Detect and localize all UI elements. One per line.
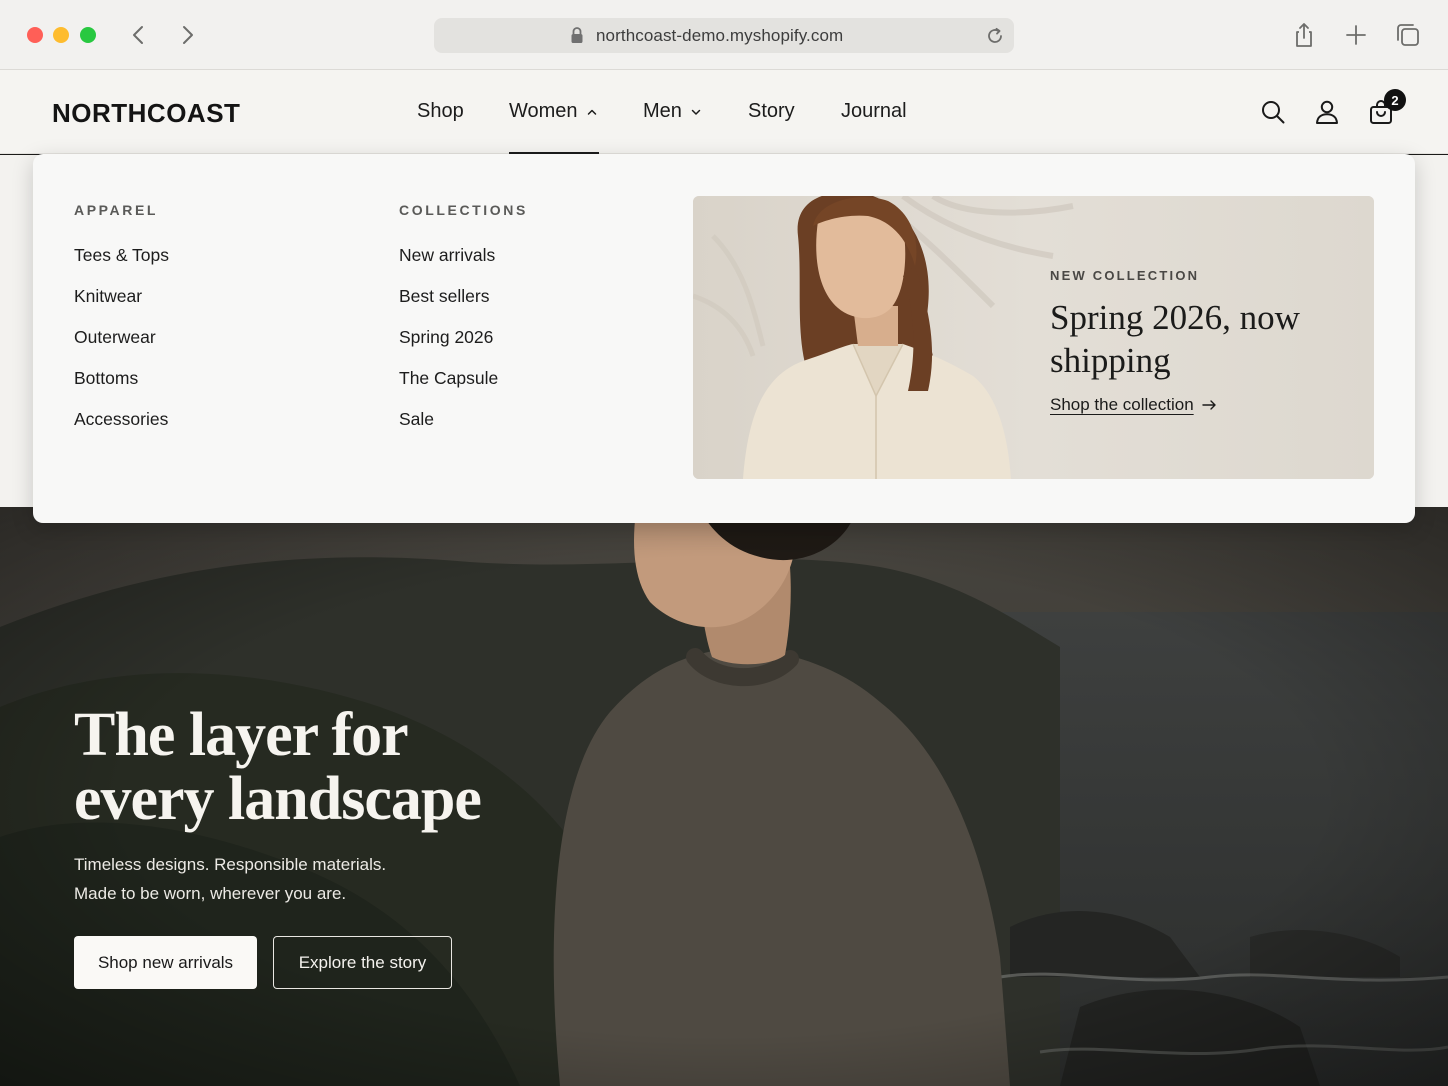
menu-link-outerwear[interactable]: Outerwear (74, 327, 156, 348)
hero-subtitle-line1: Timeless designs. Responsible materials. (74, 855, 387, 874)
menu-link-the-capsule[interactable]: The Capsule (399, 368, 498, 389)
tab-overview-icon[interactable] (1394, 21, 1422, 49)
hero-subtitle: Timeless designs. Responsible materials.… (74, 850, 474, 908)
lock-icon (571, 27, 583, 43)
nav-journal[interactable]: Journal (841, 100, 907, 123)
promo-cta-link[interactable]: Shop the collection (1050, 395, 1218, 415)
address-bar[interactable]: northcoast-demo.myshopify.com (434, 18, 1014, 53)
menu-link-new-arrivals[interactable]: New arrivals (399, 245, 495, 266)
nav-shop-label: Shop (417, 100, 464, 122)
nav-story-label: Story (748, 100, 795, 122)
nav-women-label: Women (509, 100, 578, 122)
new-tab-icon[interactable] (1342, 21, 1370, 49)
nav-men-label: Men (643, 100, 682, 122)
menu-link-sale[interactable]: Sale (399, 409, 434, 430)
promo-card[interactable]: NEW COLLECTION Spring 2026, now shipping… (693, 196, 1374, 479)
hero-title-line1: The layer for (74, 701, 409, 769)
url-text: northcoast-demo.myshopify.com (596, 26, 844, 45)
explore-story-button[interactable]: Explore the story (273, 936, 452, 989)
promo-title: Spring 2026, now shipping (1050, 298, 1300, 380)
search-icon[interactable] (1259, 98, 1287, 126)
chevron-up-icon (587, 109, 596, 115)
menu-link-knitwear[interactable]: Knitwear (74, 286, 142, 307)
menu-link-bottoms[interactable]: Bottoms (74, 368, 138, 389)
nav-story[interactable]: Story (748, 100, 795, 123)
chevron-down-icon (691, 109, 701, 115)
nav-shop[interactable]: Shop (417, 100, 464, 123)
reload-icon[interactable] (984, 25, 1006, 47)
menu-link-tees-tops[interactable]: Tees & Tops (74, 245, 169, 266)
forward-icon[interactable] (174, 22, 200, 48)
shop-new-arrivals-button[interactable]: Shop new arrivals (74, 936, 257, 989)
browser-toolbar: northcoast-demo.myshopify.com (0, 0, 1448, 70)
promo-cta-label: Shop the collection (1050, 395, 1194, 414)
nav-men[interactable]: Men (643, 100, 702, 123)
nav-journal-label: Journal (841, 100, 907, 122)
site-header: NORTHCOAST Shop Women Men Story Journal (0, 70, 1448, 154)
minimize-window-button[interactable] (53, 27, 69, 43)
hero-subtitle-line2: Made to be worn, wherever you are. (74, 884, 347, 903)
hero-banner: The layer for every landscape Timeless d… (0, 507, 1448, 1086)
brand-logo[interactable]: NORTHCOAST (52, 98, 240, 129)
arrow-right-icon (1201, 400, 1216, 410)
cart-count-badge: 2 (1384, 89, 1406, 111)
promo-eyebrow: NEW COLLECTION (1050, 268, 1200, 283)
zoom-window-button[interactable] (80, 27, 96, 43)
apparel-heading: APPAREL (74, 202, 159, 218)
women-mega-menu: APPAREL Tees & Tops Knitwear Outerwear B… (33, 154, 1415, 523)
back-icon[interactable] (126, 22, 152, 48)
collections-heading: COLLECTIONS (399, 202, 528, 218)
menu-link-spring-2026[interactable]: Spring 2026 (399, 327, 493, 348)
nav-women[interactable]: Women (509, 100, 598, 123)
account-icon[interactable] (1313, 98, 1341, 126)
close-window-button[interactable] (27, 27, 43, 43)
share-icon[interactable] (1290, 21, 1318, 49)
hero-title: The layer for every landscape (74, 703, 594, 831)
hero-title-line2: every landscape (74, 765, 482, 833)
menu-link-best-sellers[interactable]: Best sellers (399, 286, 489, 307)
menu-link-accessories[interactable]: Accessories (74, 409, 168, 430)
